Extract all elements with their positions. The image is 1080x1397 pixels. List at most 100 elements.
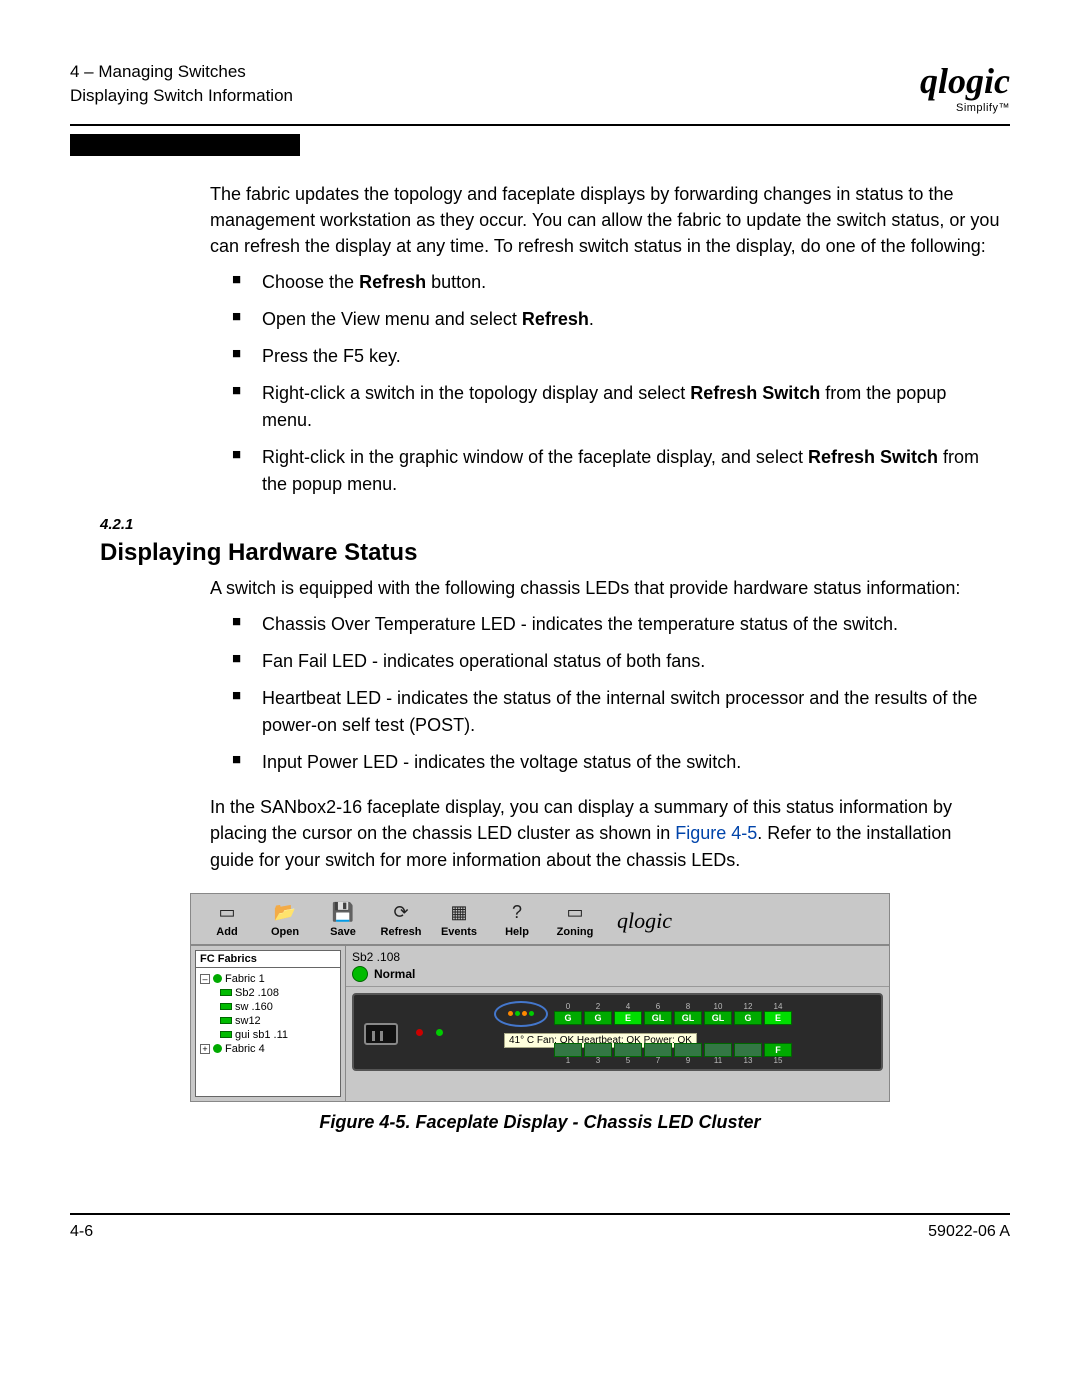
content-block: The fabric updates the topology and face… bbox=[210, 181, 1000, 498]
open-button[interactable]: 📂Open bbox=[261, 902, 309, 938]
port-number: 4 bbox=[626, 1003, 630, 1011]
help-icon: ? bbox=[504, 902, 530, 924]
ports-row-top: 0G2G4E6GL8GL10GL12G14E bbox=[554, 1003, 792, 1025]
port-cell[interactable]: F bbox=[764, 1043, 792, 1057]
port-15[interactable]: F15 bbox=[764, 1043, 792, 1065]
list-item: Input Power LED - indicates the voltage … bbox=[232, 749, 1000, 776]
collapse-icon[interactable]: – bbox=[200, 974, 210, 984]
port-cell[interactable]: E bbox=[764, 1011, 792, 1025]
port-2[interactable]: 2G bbox=[584, 1003, 612, 1025]
add-button[interactable]: ▭Add bbox=[203, 902, 251, 938]
port-cell[interactable] bbox=[614, 1043, 642, 1057]
fabric-icon bbox=[213, 974, 222, 983]
chapter-line: 4 – Managing Switches bbox=[70, 60, 293, 84]
figure-ref-paragraph: In the SANbox2-16 faceplate display, you… bbox=[210, 794, 1000, 872]
list-item: Right-click in the graphic window of the… bbox=[232, 444, 1000, 498]
faceplate-panel: Sb2 .108 Normal 0G2G4E6GL8GL10GL12G14E 4… bbox=[346, 946, 889, 1101]
tree-node-guisb1[interactable]: gui sb1 .11 bbox=[198, 1028, 338, 1042]
chassis-led-cluster[interactable] bbox=[494, 1001, 548, 1027]
expand-icon[interactable]: + bbox=[200, 1044, 210, 1054]
port-number: 11 bbox=[714, 1057, 722, 1065]
port-7[interactable]: 7 bbox=[644, 1043, 672, 1065]
port-cell[interactable]: E bbox=[614, 1011, 642, 1025]
port-number: 15 bbox=[774, 1057, 783, 1065]
led-intro-paragraph: A switch is equipped with the following … bbox=[210, 575, 1000, 601]
help-button[interactable]: ?Help bbox=[493, 902, 541, 938]
section-line: Displaying Switch Information bbox=[70, 84, 293, 108]
port-3[interactable]: 3 bbox=[584, 1043, 612, 1065]
save-button[interactable]: 💾Save bbox=[319, 902, 367, 938]
port-cell[interactable]: G bbox=[734, 1011, 762, 1025]
zoning-icon: ▭ bbox=[562, 902, 588, 924]
port-4[interactable]: 4E bbox=[614, 1003, 642, 1025]
port-10[interactable]: 10GL bbox=[704, 1003, 732, 1025]
port-cell[interactable]: GL bbox=[704, 1011, 732, 1025]
port-number: 5 bbox=[626, 1057, 630, 1065]
port-14[interactable]: 14E bbox=[764, 1003, 792, 1025]
port-cell[interactable] bbox=[554, 1043, 582, 1057]
page-number: 4-6 bbox=[70, 1223, 93, 1241]
port-cell[interactable] bbox=[674, 1043, 702, 1057]
switch-icon bbox=[220, 1031, 232, 1038]
port-number: 0 bbox=[566, 1003, 570, 1011]
port-6[interactable]: 6GL bbox=[644, 1003, 672, 1025]
header-rule bbox=[70, 124, 1010, 126]
port-cell[interactable]: GL bbox=[644, 1011, 672, 1025]
tree-node-sb2[interactable]: Sb2 .108 bbox=[198, 986, 338, 1000]
port-number: 9 bbox=[686, 1057, 690, 1065]
list-item: Fan Fail LED - indicates operational sta… bbox=[232, 648, 1000, 675]
list-item: Open the View menu and select Refresh. bbox=[232, 306, 1000, 333]
tree-node-sw12[interactable]: sw12 bbox=[198, 1014, 338, 1028]
tree-node-sw160[interactable]: sw .160 bbox=[198, 1000, 338, 1014]
port-number: 6 bbox=[656, 1003, 660, 1011]
toolbar: ▭Add 📂Open 💾Save ⟳Refresh ▦Events ?Help … bbox=[191, 894, 889, 946]
ports-row-bottom: 135791113F15 bbox=[554, 1043, 792, 1065]
refresh-options-list: Choose the Refresh button. Open the View… bbox=[210, 269, 1000, 498]
power-plug-icon bbox=[364, 1023, 398, 1045]
port-1[interactable]: 1 bbox=[554, 1043, 582, 1065]
tree-fabric-1[interactable]: –Fabric 1 bbox=[198, 972, 338, 986]
logo-subtext: Simplify™ bbox=[920, 102, 1010, 114]
port-11[interactable]: 11 bbox=[704, 1043, 732, 1065]
page-header: 4 – Managing Switches Displaying Switch … bbox=[70, 60, 1010, 114]
port-number: 8 bbox=[686, 1003, 690, 1011]
port-5[interactable]: 5 bbox=[614, 1043, 642, 1065]
switch-icon bbox=[220, 989, 232, 996]
zoning-button[interactable]: ▭Zoning bbox=[551, 902, 599, 938]
status-led-icon bbox=[352, 966, 368, 982]
port-number: 13 bbox=[744, 1057, 753, 1065]
switch-icon bbox=[220, 1017, 232, 1024]
section-number: 4.2.1 bbox=[100, 516, 1010, 533]
port-cell[interactable] bbox=[704, 1043, 732, 1057]
port-cell[interactable]: G bbox=[584, 1011, 612, 1025]
port-number: 2 bbox=[596, 1003, 600, 1011]
events-button[interactable]: ▦Events bbox=[435, 902, 483, 938]
port-cell[interactable] bbox=[644, 1043, 672, 1057]
intro-paragraph: The fabric updates the topology and face… bbox=[210, 181, 1000, 259]
port-cell[interactable] bbox=[584, 1043, 612, 1057]
add-icon: ▭ bbox=[214, 902, 240, 924]
port-8[interactable]: 8GL bbox=[674, 1003, 702, 1025]
figure-link[interactable]: Figure 4-5 bbox=[675, 823, 757, 843]
port-cell[interactable]: GL bbox=[674, 1011, 702, 1025]
tree-fabric-4[interactable]: +Fabric 4 bbox=[198, 1042, 338, 1056]
list-item: Choose the Refresh button. bbox=[232, 269, 1000, 296]
open-icon: 📂 bbox=[272, 902, 298, 924]
refresh-icon: ⟳ bbox=[388, 902, 414, 924]
port-0[interactable]: 0G bbox=[554, 1003, 582, 1025]
port-number: 12 bbox=[744, 1003, 753, 1011]
port-13[interactable]: 13 bbox=[734, 1043, 762, 1065]
port-cell[interactable]: G bbox=[554, 1011, 582, 1025]
refresh-button[interactable]: ⟳Refresh bbox=[377, 902, 425, 938]
port-cell[interactable] bbox=[734, 1043, 762, 1057]
figure-faceplate: ▭Add 📂Open 💾Save ⟳Refresh ▦Events ?Help … bbox=[190, 893, 890, 1102]
header-left: 4 – Managing Switches Displaying Switch … bbox=[70, 60, 293, 108]
list-item: Press the F5 key. bbox=[232, 343, 1000, 370]
tree-list: –Fabric 1 Sb2 .108 sw .160 sw12 gui sb1 … bbox=[195, 968, 341, 1097]
port-number: 14 bbox=[774, 1003, 783, 1011]
port-9[interactable]: 9 bbox=[674, 1043, 702, 1065]
port-12[interactable]: 12G bbox=[734, 1003, 762, 1025]
save-icon: 💾 bbox=[330, 902, 356, 924]
figure-body: FC Fabrics –Fabric 1 Sb2 .108 sw .160 sw… bbox=[191, 946, 889, 1101]
brand-logo: qlogic Simplify™ bbox=[920, 60, 1010, 114]
